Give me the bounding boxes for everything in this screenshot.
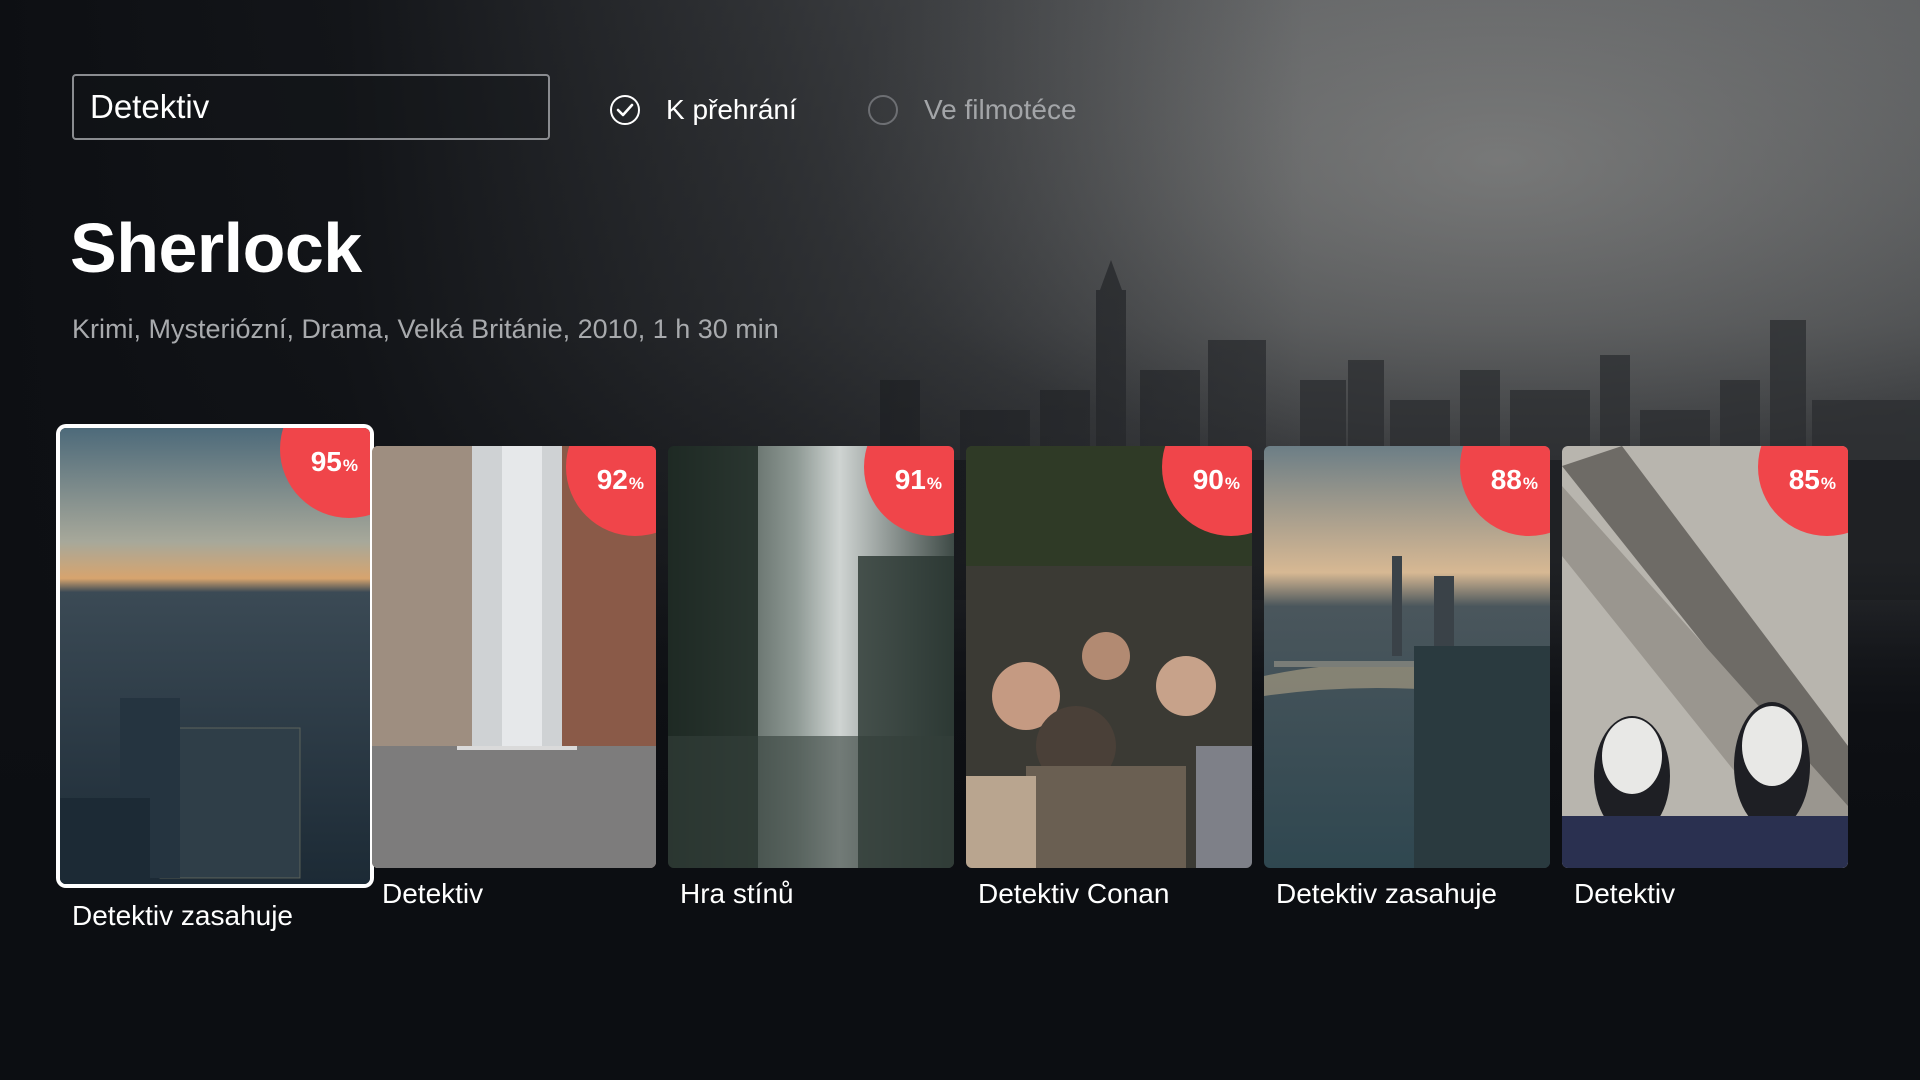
match-score: 85% <box>1789 464 1836 496</box>
match-score-value: 91 <box>894 464 926 495</box>
empty-circle-icon <box>868 95 898 125</box>
match-score-value: 85 <box>1788 464 1820 495</box>
result-card[interactable]: 92% <box>372 446 656 868</box>
result-title: Detektiv Conan <box>978 878 1170 909</box>
filter-in-library-label: Ve filmotéce <box>924 94 1077 125</box>
result-title: Detektiv <box>382 878 484 909</box>
match-score-value: 92 <box>596 464 628 495</box>
search-results-screen: Detektiv K přehrání Ve filmotéce Sherloc… <box>0 0 1920 1080</box>
filter-playable-label: K přehrání <box>666 94 797 125</box>
match-score-unit: % <box>628 474 644 493</box>
match-score: 91% <box>895 464 942 496</box>
check-circle-icon <box>610 95 640 125</box>
match-score: 88% <box>1491 464 1538 496</box>
result-title: Detektiv zasahuje <box>72 900 294 931</box>
match-score-value: 95 <box>310 446 342 477</box>
match-score: 90% <box>1193 464 1240 496</box>
match-score-unit: % <box>1820 474 1836 493</box>
match-score-unit: % <box>342 456 358 475</box>
search-input-value: Detektiv <box>90 88 210 125</box>
result-title: Detektiv <box>1574 878 1676 909</box>
result-card[interactable]: 88% <box>1264 446 1550 868</box>
match-score-unit: % <box>926 474 942 493</box>
filter-playable[interactable]: K přehrání <box>610 92 797 128</box>
result-card[interactable]: 85% <box>1562 446 1848 868</box>
match-score: 92% <box>597 464 644 496</box>
match-score-value: 90 <box>1192 464 1224 495</box>
match-score-unit: % <box>1224 474 1240 493</box>
search-input[interactable]: Detektiv <box>72 74 550 140</box>
result-card[interactable]: 95% <box>60 428 370 884</box>
filter-in-library[interactable]: Ve filmotéce <box>868 92 1077 128</box>
match-score: 95% <box>311 446 358 478</box>
result-title: Detektiv zasahuje <box>1276 878 1498 909</box>
page-title: Sherlock <box>70 209 362 287</box>
match-score-unit: % <box>1522 474 1538 493</box>
result-card[interactable]: 91% <box>668 446 954 868</box>
result-title: Hra stínů <box>680 878 794 909</box>
result-card[interactable]: 90% <box>966 446 1252 868</box>
title-metadata: Krimi, Mysteriózní, Drama, Velká Británi… <box>72 314 779 344</box>
match-score-value: 88 <box>1490 464 1522 495</box>
